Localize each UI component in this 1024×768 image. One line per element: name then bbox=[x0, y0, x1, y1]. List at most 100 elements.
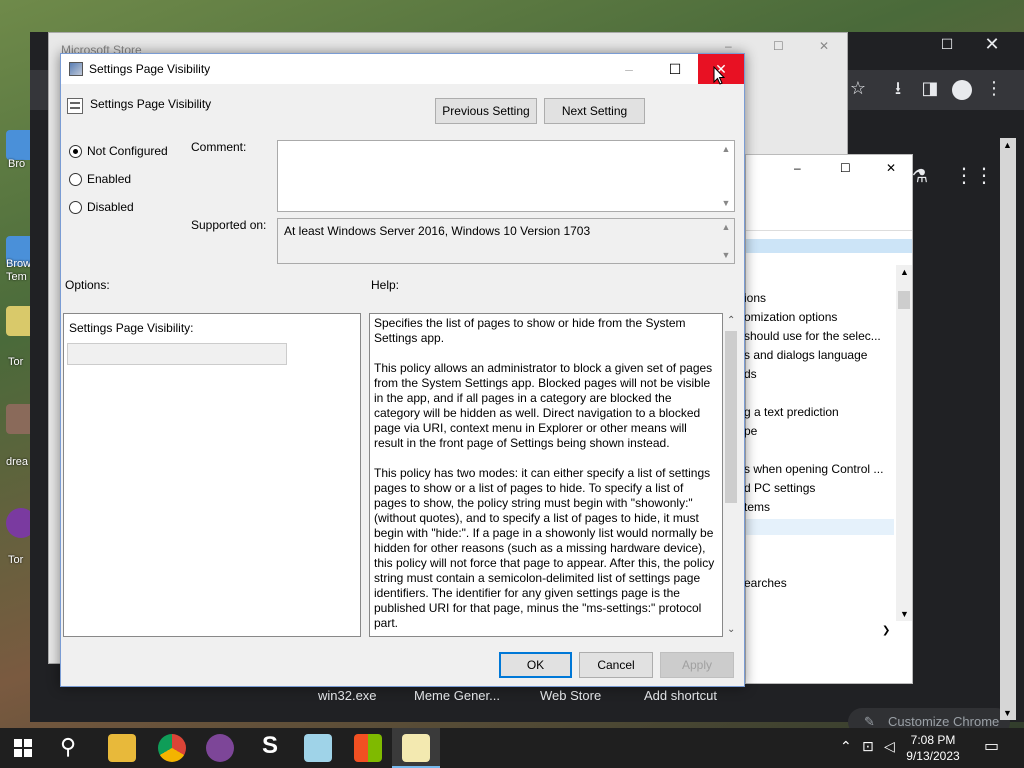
customize-chrome-label: Customize Chrome bbox=[888, 714, 1000, 729]
settings-page-visibility-input[interactable] bbox=[67, 343, 287, 365]
scroll-up-icon[interactable]: ▲ bbox=[1003, 140, 1012, 150]
notepad-plus-icon[interactable] bbox=[304, 734, 332, 762]
shortcut-meme-generator[interactable]: Meme Gener... bbox=[414, 688, 500, 703]
maximize-icon[interactable]: ☐ bbox=[935, 34, 959, 54]
store-minimize-icon[interactable]: – bbox=[725, 39, 732, 53]
comment-label: Comment: bbox=[191, 140, 247, 154]
chrome-icon[interactable] bbox=[158, 734, 186, 762]
radio-circle[interactable] bbox=[69, 173, 82, 186]
desktop-label: Brow Tem bbox=[6, 258, 32, 283]
help-paragraph: This policy has two modes: it can either… bbox=[374, 466, 715, 630]
sidepanel-icon[interactable]: ◨ bbox=[918, 78, 942, 98]
list-item[interactable]: ds bbox=[744, 367, 884, 381]
help-paragraph: Specifies the list of pages to show or h… bbox=[374, 316, 686, 345]
scroll-up-icon[interactable]: ⌃ bbox=[727, 315, 735, 326]
list-item[interactable]: s and dialogs language bbox=[744, 348, 884, 362]
search-icon[interactable]: ⚲ bbox=[60, 734, 76, 760]
store-close-icon[interactable]: ✕ bbox=[819, 39, 829, 53]
apply-button[interactable]: Apply bbox=[660, 652, 734, 678]
title-bar: Settings Page Visibility – ☐ ✕ bbox=[61, 54, 744, 84]
radio-circle[interactable] bbox=[69, 201, 82, 214]
network-icon[interactable]: ⊡ bbox=[862, 738, 874, 755]
option-field-label: Settings Page Visibility: bbox=[69, 321, 194, 335]
scroll-right-icon[interactable]: ❯ bbox=[882, 625, 890, 636]
star-icon[interactable]: ☆ bbox=[846, 78, 870, 98]
policy-app-icon bbox=[69, 62, 83, 76]
scroll-up-icon[interactable]: ▲ bbox=[718, 219, 734, 235]
help-paragraph: This policy allows an administrator to b… bbox=[374, 361, 713, 450]
minimize-button[interactable]: – bbox=[606, 54, 652, 84]
list-item[interactable]: pe bbox=[744, 424, 884, 438]
volume-icon[interactable]: ◁ bbox=[884, 738, 895, 755]
scroll-up-icon[interactable]: ▲ bbox=[900, 267, 909, 277]
downloads-icon[interactable]: ⭳ bbox=[886, 78, 910, 98]
gpe-maximize-icon[interactable]: ☐ bbox=[840, 161, 851, 175]
scroll-down-icon[interactable]: ▼ bbox=[718, 195, 734, 211]
list-item[interactable]: ions bbox=[744, 291, 884, 305]
clock[interactable]: 7:08 PM 9/13/2023 bbox=[898, 732, 968, 764]
options-panel: Settings Page Visibility: bbox=[63, 313, 361, 637]
apps-grid-icon[interactable]: ⋮⋮ bbox=[954, 166, 994, 186]
cancel-button[interactable]: Cancel bbox=[579, 652, 653, 678]
list-item[interactable]: should use for the selec... bbox=[744, 329, 884, 343]
supported-on-label: Supported on: bbox=[191, 218, 267, 232]
scroll-thumb[interactable] bbox=[725, 331, 737, 503]
radio-circle[interactable] bbox=[69, 145, 82, 158]
policy-setting-icon bbox=[67, 98, 83, 114]
shortcut-web-store[interactable]: Web Store bbox=[540, 688, 601, 703]
gpe-minimize-icon[interactable]: – bbox=[794, 161, 801, 175]
next-setting-button[interactable]: Next Setting bbox=[544, 98, 645, 124]
help-panel: Specifies the list of pages to show or h… bbox=[369, 313, 723, 637]
clock-time: 7:08 PM bbox=[910, 733, 956, 747]
shortcut-win32[interactable]: win32.exe bbox=[318, 688, 377, 703]
comment-textarea[interactable]: ▲ ▼ bbox=[277, 140, 735, 212]
store-maximize-icon[interactable]: ☐ bbox=[773, 39, 784, 53]
file-explorer-icon[interactable] bbox=[108, 734, 136, 762]
gpe-toolbar bbox=[746, 209, 912, 231]
settings-page-visibility-dialog: Settings Page Visibility – ☐ ✕ Settings … bbox=[60, 53, 745, 687]
notifications-icon[interactable]: ▭ bbox=[984, 736, 999, 756]
help-text: Specifies the list of pages to show or h… bbox=[374, 316, 716, 636]
windows-start-icon[interactable] bbox=[14, 739, 32, 757]
supported-on-field: At least Windows Server 2016, Windows 10… bbox=[277, 218, 735, 264]
tor-browser-icon[interactable] bbox=[206, 734, 234, 762]
scroll-thumb[interactable] bbox=[898, 291, 910, 309]
list-item[interactable]: g a text prediction bbox=[744, 405, 884, 419]
supported-scrollbar[interactable]: ▲ ▼ bbox=[718, 219, 734, 263]
comment-scrollbar[interactable]: ▲ ▼ bbox=[718, 141, 734, 211]
list-item[interactable]: tems bbox=[744, 500, 884, 514]
scroll-down-icon[interactable]: ▼ bbox=[718, 247, 734, 263]
tray-chevron-icon[interactable]: ⌃ bbox=[840, 738, 852, 755]
shortcut-add[interactable]: Add shortcut bbox=[644, 688, 717, 703]
close-icon[interactable]: ✕ bbox=[980, 34, 1004, 54]
gpe-vscroll[interactable]: ▲ ▼ bbox=[896, 265, 912, 621]
maximize-button[interactable]: ☐ bbox=[652, 54, 698, 84]
desktop-label: drea bbox=[6, 456, 29, 468]
previous-setting-button[interactable]: Previous Setting bbox=[435, 98, 537, 124]
microsoft-store-icon[interactable] bbox=[354, 734, 382, 762]
taskbar: ⚲ S ⌃ ⊡ ◁ 7:08 PM 9/13/2023 ▭ bbox=[0, 728, 1024, 768]
scroll-down-icon[interactable]: ▼ bbox=[1003, 708, 1012, 718]
setting-header-title: Settings Page Visibility bbox=[90, 97, 212, 111]
ok-button[interactable]: OK bbox=[499, 652, 572, 678]
scroll-up-icon[interactable]: ▲ bbox=[718, 141, 734, 157]
gpe-close-icon[interactable]: ✕ bbox=[886, 161, 896, 175]
list-item[interactable]: d PC settings bbox=[744, 481, 884, 495]
mouse-cursor-icon bbox=[713, 66, 725, 85]
chrome-scrollbar[interactable]: ▲ ▼ bbox=[1000, 138, 1016, 720]
supported-on-value: At least Windows Server 2016, Windows 10… bbox=[284, 224, 591, 238]
profile-avatar[interactable] bbox=[952, 80, 972, 100]
list-item[interactable]: omization options bbox=[744, 310, 884, 324]
s-app-icon[interactable]: S bbox=[262, 732, 278, 760]
menu-icon[interactable]: ⋮ bbox=[982, 78, 1006, 98]
help-scrollbar[interactable]: ⌃ ⌄ bbox=[723, 313, 739, 637]
desktop-label: Tor bbox=[8, 356, 24, 368]
scroll-down-icon[interactable]: ▼ bbox=[900, 609, 909, 619]
clock-date: 9/13/2023 bbox=[906, 749, 960, 763]
list-item[interactable]: s when opening Control ... bbox=[744, 462, 884, 476]
gpe-hover-row bbox=[746, 519, 894, 535]
list-item[interactable]: earches bbox=[744, 576, 884, 590]
scroll-down-icon[interactable]: ⌄ bbox=[727, 624, 735, 635]
desktop-label: Tor bbox=[8, 554, 24, 566]
policy-editor-taskbar-icon[interactable] bbox=[402, 734, 430, 762]
